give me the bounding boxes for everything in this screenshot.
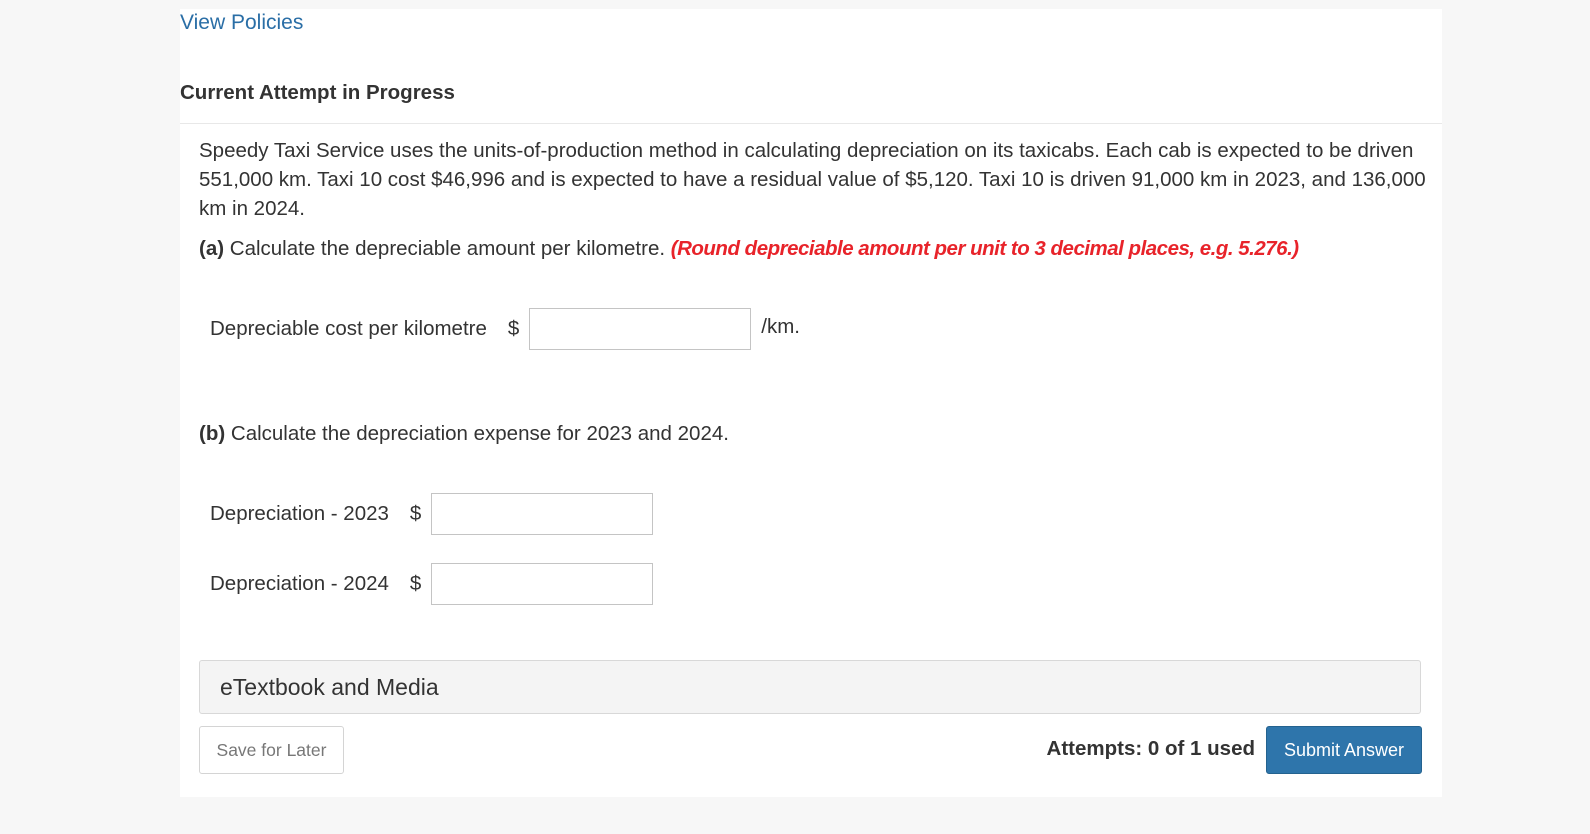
part-b-prompt: (b) Calculate the depreciation expense f… (199, 422, 729, 446)
depreciable-cost-label: Depreciable cost per kilometre (210, 317, 487, 340)
depreciation-2023-row: Depreciation - 2023 $ (210, 493, 654, 535)
currency-symbol: $ (507, 317, 520, 340)
header-divider (180, 123, 1442, 124)
depreciation-2024-row: Depreciation - 2024 $ (210, 563, 654, 605)
attempt-status-heading: Current Attempt in Progress (180, 81, 455, 104)
currency-symbol: $ (409, 502, 422, 525)
etextbook-media-toggle[interactable]: eTextbook and Media (199, 660, 1421, 714)
depreciable-cost-input[interactable] (529, 308, 752, 350)
depreciation-2023-input[interactable] (431, 493, 654, 535)
per-km-unit: /km. (761, 315, 800, 338)
question-text: Speedy Taxi Service uses the units-of-pr… (199, 139, 1426, 220)
currency-symbol: $ (409, 572, 422, 595)
depreciable-cost-row: Depreciable cost per kilometre $ /km. (210, 308, 800, 350)
rounding-instruction: (Round depreciable amount per unit to 3 … (670, 237, 1299, 260)
part-b-text: Calculate the depreciation expense for 2… (225, 422, 729, 445)
depreciation-2024-label: Depreciation - 2024 (210, 572, 389, 595)
part-a-text: Calculate the depreciable amount per kil… (224, 237, 671, 260)
depreciation-2023-label: Depreciation - 2023 (210, 502, 389, 525)
view-policies-link[interactable]: View Policies (180, 11, 303, 35)
save-for-later-button[interactable]: Save for Later (199, 726, 344, 774)
part-a-prompt: (a) Calculate the depreciable amount per… (199, 237, 1299, 261)
part-b-tag: (b) (199, 422, 226, 445)
attempts-counter: Attempts: 0 of 1 used (1046, 737, 1255, 760)
depreciation-2024-input[interactable] (431, 563, 654, 605)
question-panel: View Policies Current Attempt in Progres… (180, 9, 1442, 797)
part-a-tag: (a) (199, 237, 225, 260)
submit-answer-button[interactable]: Submit Answer (1266, 726, 1422, 774)
